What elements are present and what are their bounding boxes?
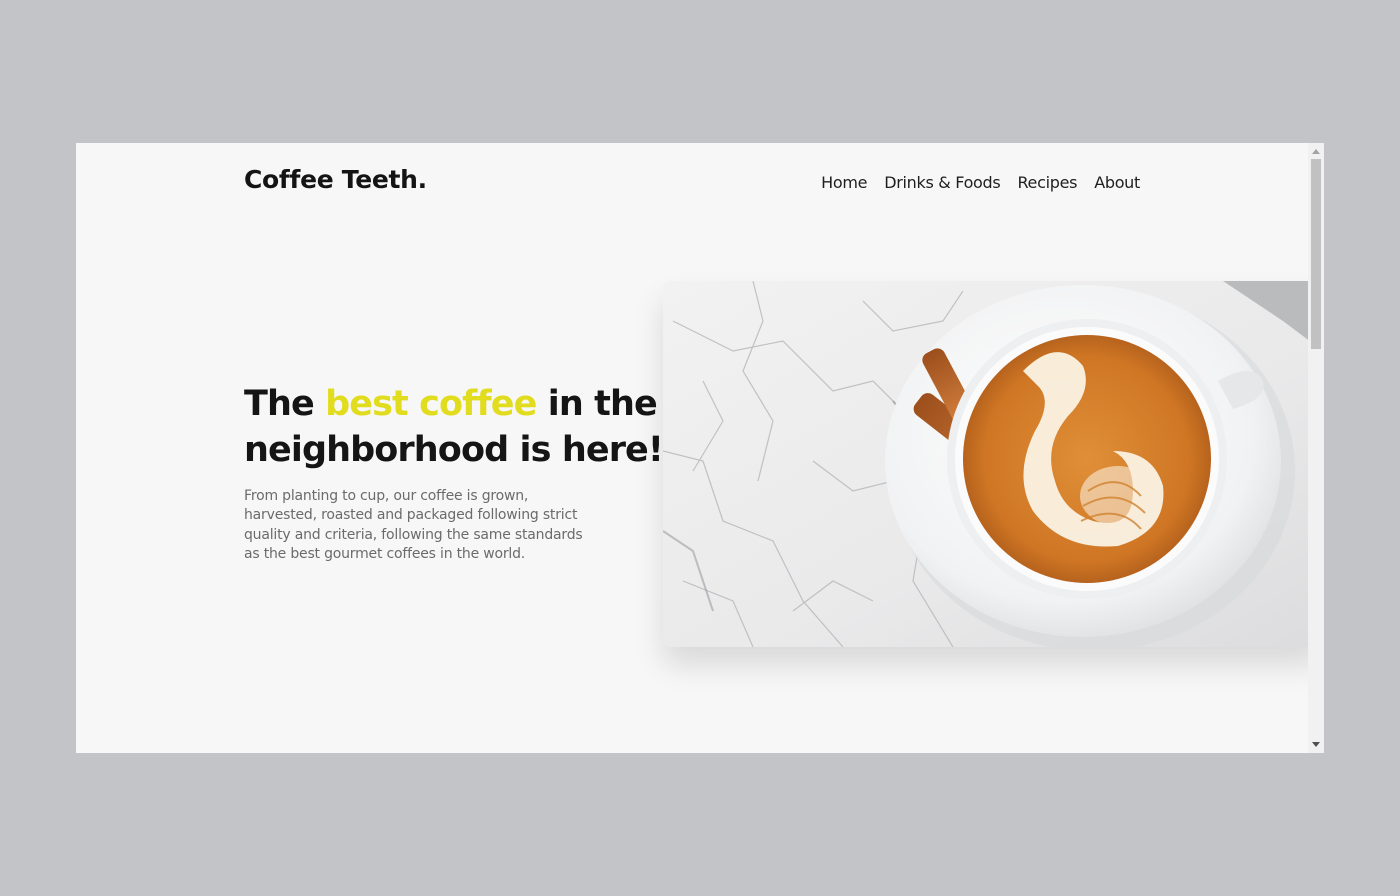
hero-coffee-image — [663, 281, 1323, 647]
vertical-scrollbar[interactable] — [1308, 143, 1324, 753]
page-viewport: Coffee Teeth. Home Drinks & Foods Recipe… — [76, 143, 1324, 753]
nav-item-recipes: Recipes — [1017, 173, 1077, 192]
nav-link-drinks-foods[interactable]: Drinks & Foods — [884, 173, 1001, 192]
nav-link-home[interactable]: Home — [821, 173, 867, 192]
scroll-down-arrow-icon[interactable] — [1312, 742, 1320, 747]
scrollbar-thumb[interactable] — [1311, 159, 1321, 349]
latte-art-illustration — [663, 281, 1323, 647]
nav-link-recipes[interactable]: Recipes — [1017, 173, 1077, 192]
browser-frame: Coffee Teeth. Home Drinks & Foods Recipe… — [0, 0, 1400, 896]
nav-item-drinks-foods: Drinks & Foods — [884, 173, 1001, 192]
main-nav: Home Drinks & Foods Recipes About — [821, 173, 1140, 192]
hero-title-highlight: best coffee — [325, 384, 537, 424]
nav-link-about[interactable]: About — [1094, 173, 1140, 192]
nav-item-home: Home — [821, 173, 867, 192]
hero-title-start: The — [244, 384, 326, 424]
hero-description: From planting to cup, our coffee is grow… — [244, 488, 583, 562]
scroll-up-arrow-icon[interactable] — [1312, 149, 1320, 154]
site-logo[interactable]: Coffee Teeth. — [244, 165, 427, 194]
nav-item-about: About — [1094, 173, 1140, 192]
hero-title: The best coffee in the neighborhood is h… — [244, 381, 684, 473]
